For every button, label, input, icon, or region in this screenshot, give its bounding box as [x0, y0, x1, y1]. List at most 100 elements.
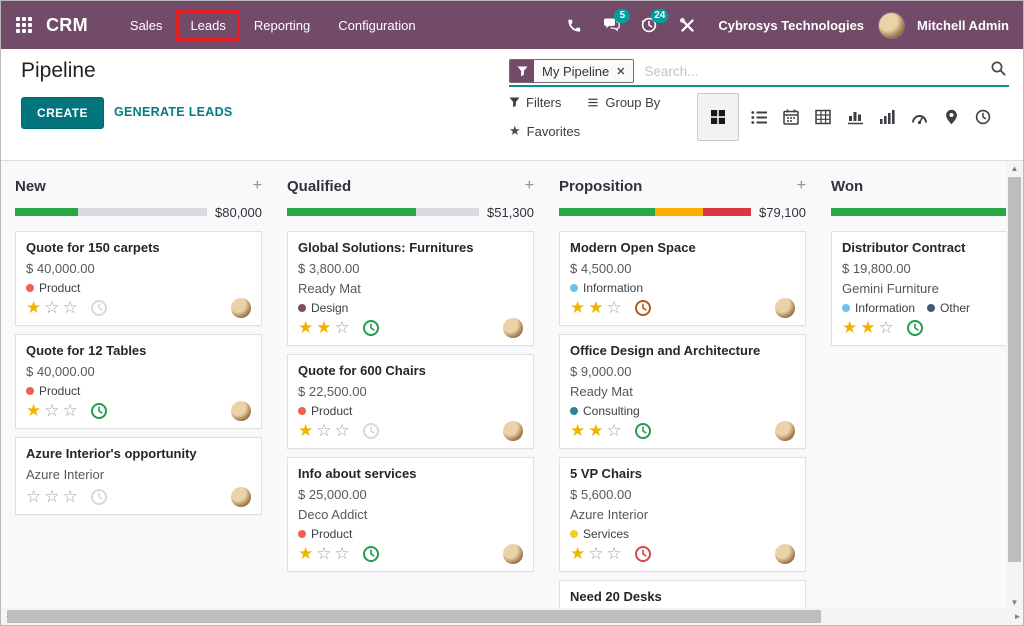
priority-stars[interactable]: ★★☆ [298, 318, 353, 338]
scroll-up-arrow[interactable]: ▲ [1006, 161, 1023, 176]
priority-star[interactable]: ☆ [44, 298, 62, 317]
card-title[interactable]: Azure Interior's opportunity [26, 445, 251, 463]
view-map-button[interactable] [935, 100, 967, 134]
priority-star[interactable]: ★ [588, 298, 606, 317]
activity-clock-icon[interactable] [634, 545, 652, 563]
priority-star[interactable]: ★ [26, 298, 44, 317]
salesperson-avatar[interactable] [503, 544, 523, 564]
priority-star[interactable]: ☆ [607, 544, 625, 563]
priority-star[interactable]: ★ [26, 401, 44, 420]
stage-name[interactable]: Qualified [287, 178, 351, 195]
stage-progressbar[interactable] [559, 208, 751, 216]
company-name[interactable]: Cybrosys Technologies [718, 18, 864, 33]
menu-reporting[interactable]: Reporting [240, 10, 324, 41]
facet-remove-icon[interactable]: ✕ [616, 65, 625, 78]
kanban-card[interactable]: Need 20 Desks $ 60,000.00 ☆☆☆ [559, 580, 806, 610]
priority-star[interactable]: ☆ [607, 421, 625, 440]
salesperson-avatar[interactable] [231, 298, 251, 318]
kanban-card[interactable]: Distributor Contract $ 19,800.00 Gemini … [831, 231, 1008, 346]
add-record-icon[interactable]: + [525, 178, 534, 194]
kanban-card[interactable]: Quote for 12 Tables $ 40,000.00 Product … [15, 334, 262, 429]
view-dashboard-button[interactable] [903, 100, 935, 134]
card-title[interactable]: Office Design and Architecture [570, 342, 795, 360]
stage-progressbar[interactable] [831, 208, 1008, 216]
kanban-card[interactable]: Modern Open Space $ 4,500.00 Information… [559, 231, 806, 326]
generate-leads-button[interactable]: GENERATE LEADS [114, 105, 233, 119]
activity-clock-icon[interactable] [90, 402, 108, 420]
card-title[interactable]: Info about services [298, 465, 523, 483]
progress-segment-success[interactable] [287, 208, 416, 216]
priority-star[interactable]: ★ [316, 318, 334, 337]
tools-icon[interactable] [670, 8, 704, 42]
progress-segment-danger[interactable] [703, 208, 751, 216]
priority-star[interactable]: ☆ [335, 318, 353, 337]
activity-clock-icon[interactable] [362, 319, 380, 337]
progress-segment-success[interactable] [831, 208, 1008, 216]
progress-segment-success[interactable] [15, 208, 78, 216]
priority-star[interactable]: ☆ [44, 401, 62, 420]
horizontal-scroll-thumb[interactable] [7, 610, 821, 623]
vertical-scroll-thumb[interactable] [1008, 177, 1021, 562]
filters-menu[interactable]: Filters [509, 95, 561, 110]
add-record-icon[interactable]: + [797, 178, 806, 194]
priority-star[interactable]: ★ [860, 318, 878, 337]
priority-stars[interactable]: ★☆☆ [298, 421, 353, 441]
activity-clock-icon[interactable] [362, 545, 380, 563]
scroll-right-arrow[interactable]: ► [1010, 608, 1024, 625]
progress-segment-success[interactable] [559, 208, 655, 216]
priority-star[interactable]: ★ [570, 421, 588, 440]
priority-star[interactable]: ★ [570, 544, 588, 563]
priority-stars[interactable]: ★★☆ [570, 298, 625, 318]
view-calendar-button[interactable] [775, 100, 807, 134]
activity-clock-icon[interactable] [634, 299, 652, 317]
priority-star[interactable]: ☆ [63, 298, 81, 317]
card-title[interactable]: Need 20 Desks [570, 588, 795, 606]
priority-star[interactable]: ☆ [44, 487, 62, 506]
add-record-icon[interactable]: + [253, 178, 262, 194]
activity-clock-icon[interactable] [634, 422, 652, 440]
kanban-card[interactable]: Quote for 150 carpets $ 40,000.00 Produc… [15, 231, 262, 326]
priority-star[interactable]: ☆ [335, 421, 353, 440]
priority-star[interactable]: ★ [298, 544, 316, 563]
priority-star[interactable]: ☆ [335, 544, 353, 563]
priority-star[interactable]: ☆ [26, 487, 44, 506]
salesperson-avatar[interactable] [775, 298, 795, 318]
kanban-card[interactable]: Office Design and Architecture $ 9,000.0… [559, 334, 806, 449]
salesperson-avatar[interactable] [231, 401, 251, 421]
menu-sales[interactable]: Sales [116, 10, 177, 41]
priority-star[interactable]: ★ [842, 318, 860, 337]
priority-star[interactable]: ★ [570, 298, 588, 317]
salesperson-avatar[interactable] [503, 421, 523, 441]
priority-star[interactable]: ☆ [63, 401, 81, 420]
stage-name[interactable]: Proposition [559, 178, 642, 195]
card-title[interactable]: Modern Open Space [570, 239, 795, 257]
stage-name[interactable]: New [15, 178, 46, 195]
card-title[interactable]: 5 VP Chairs [570, 465, 795, 483]
kanban-card[interactable]: 5 VP Chairs $ 5,600.00 Azure Interior Se… [559, 457, 806, 572]
stage-progressbar[interactable] [287, 208, 479, 216]
view-pivot-button[interactable] [807, 100, 839, 134]
menu-leads[interactable]: Leads [176, 10, 239, 41]
phone-icon[interactable] [556, 8, 590, 42]
vertical-scrollbar[interactable]: ▲ ▼ [1006, 161, 1023, 610]
view-activity-button[interactable] [967, 100, 999, 134]
priority-stars[interactable]: ★★☆ [570, 421, 625, 441]
priority-stars[interactable]: ★☆☆ [570, 544, 625, 564]
app-name[interactable]: CRM [46, 15, 88, 36]
priority-star[interactable]: ☆ [316, 544, 334, 563]
search-input[interactable] [640, 64, 988, 79]
favorites-menu[interactable]: ★ Favorites [509, 123, 580, 139]
priority-star[interactable]: ★ [298, 421, 316, 440]
priority-star[interactable]: ☆ [607, 298, 625, 317]
search-facet[interactable]: My Pipeline ✕ [509, 59, 634, 83]
stage-progressbar[interactable] [15, 208, 207, 216]
group-by-menu[interactable]: Group By [587, 95, 660, 110]
view-kanban-button[interactable] [697, 93, 739, 141]
card-title[interactable]: Distributor Contract [842, 239, 1008, 257]
salesperson-avatar[interactable] [775, 544, 795, 564]
messages-icon[interactable]: 5 [594, 8, 628, 42]
card-title[interactable]: Quote for 600 Chairs [298, 362, 523, 380]
card-title[interactable]: Quote for 150 carpets [26, 239, 251, 257]
salesperson-avatar[interactable] [503, 318, 523, 338]
card-title[interactable]: Global Solutions: Furnitures [298, 239, 523, 257]
